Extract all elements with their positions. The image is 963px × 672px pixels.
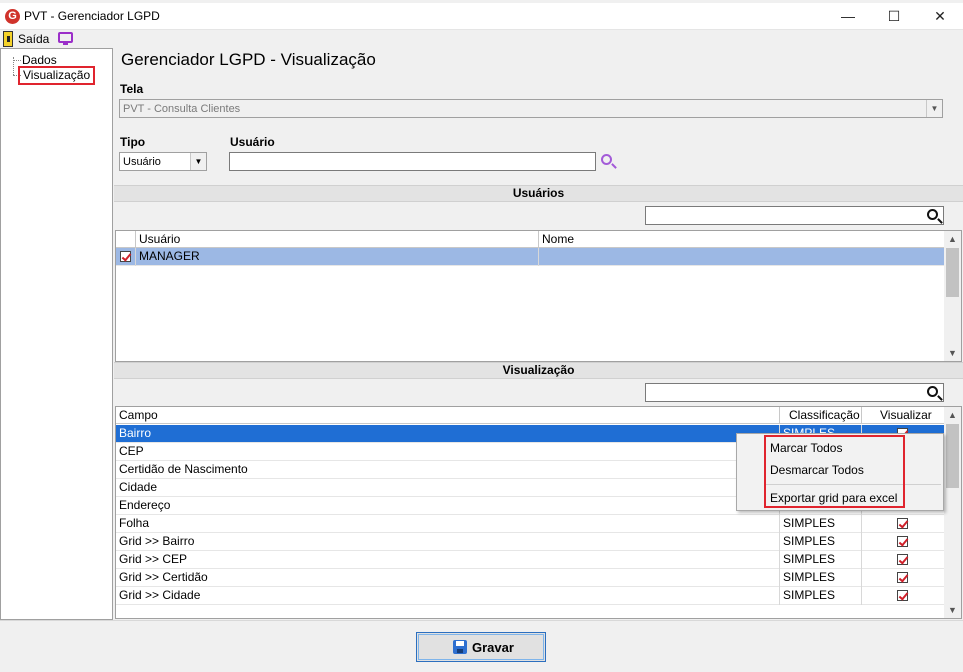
usuario-input[interactable] — [229, 152, 596, 171]
classificacao-cell: SIMPLES — [780, 533, 862, 551]
title-bar: G PVT - Gerenciador LGPD — ☐ ✕ — [0, 3, 963, 30]
save-button-label: Gravar — [472, 640, 514, 655]
exit-menu-item[interactable]: Saída — [18, 32, 49, 46]
visualizacao-search-input[interactable] — [645, 383, 944, 402]
usuarios-search-input[interactable] — [645, 206, 944, 225]
visualizar-checkbox[interactable] — [897, 554, 908, 565]
visualizacao-grid-header: Campo Classificação Visualizar — [116, 407, 946, 424]
minimize-button[interactable]: — — [825, 3, 871, 30]
close-button[interactable]: ✕ — [917, 3, 963, 30]
scrollbar-thumb[interactable] — [946, 424, 959, 488]
campo-cell: Cidade — [116, 479, 780, 497]
menu-bar: Saída — [0, 30, 963, 48]
campo-cell: Certidão de Nascimento — [116, 461, 780, 479]
row-checkbox[interactable] — [120, 251, 131, 262]
visualizar-cell[interactable] — [862, 587, 946, 605]
chevron-down-icon[interactable]: ▼ — [926, 100, 942, 117]
app-logo-icon: G — [5, 9, 20, 24]
table-row[interactable]: Grid >> Certidão SIMPLES — [116, 569, 946, 587]
window-title: PVT - Gerenciador LGPD — [24, 9, 160, 23]
context-menu-highlight — [764, 435, 905, 508]
floppy-disk-icon — [453, 640, 467, 654]
tela-select[interactable]: PVT - Consulta Clientes ▼ — [119, 99, 943, 118]
campo-cell: CEP — [116, 443, 780, 461]
table-row[interactable]: Grid >> Bairro SIMPLES — [116, 533, 946, 551]
grid-header-classificacao[interactable]: Classificação — [780, 407, 862, 424]
campo-cell: Grid >> Cidade — [116, 587, 780, 605]
visualizacao-section-header: Visualização — [114, 362, 963, 379]
table-row[interactable]: Folha SIMPLES — [116, 515, 946, 533]
classificacao-cell: SIMPLES — [780, 551, 862, 569]
grid-header-usuario[interactable]: Usuário — [136, 231, 539, 248]
visualizar-cell[interactable] — [862, 533, 946, 551]
maximize-button[interactable]: ☐ — [871, 3, 917, 30]
tree-line — [13, 60, 21, 61]
campo-cell: Grid >> Bairro — [116, 533, 780, 551]
campo-cell: Bairro — [116, 425, 780, 443]
visualizar-checkbox[interactable] — [897, 518, 908, 529]
nav-tree: Dados Visualização — [0, 48, 113, 620]
scroll-up-icon[interactable]: ▲ — [944, 407, 961, 423]
campo-cell: Grid >> CEP — [116, 551, 780, 569]
table-row[interactable]: MANAGER — [116, 248, 946, 266]
campo-cell: Grid >> Certidão — [116, 569, 780, 587]
campo-cell: Endereço — [116, 497, 780, 515]
grid-header-campo[interactable]: Campo — [116, 407, 780, 424]
search-icon[interactable] — [601, 154, 612, 165]
nome-cell — [539, 248, 946, 266]
visualizar-cell[interactable] — [862, 551, 946, 569]
chevron-down-icon[interactable]: ▼ — [190, 153, 206, 170]
grid-header-nome[interactable]: Nome — [539, 231, 946, 248]
visualizar-checkbox[interactable] — [897, 536, 908, 547]
tipo-select[interactable]: Usuário ▼ — [119, 152, 207, 171]
visualizar-cell[interactable] — [862, 515, 946, 533]
tipo-select-value: Usuário — [123, 156, 161, 168]
usuarios-grid-scrollbar[interactable]: ▲ ▼ — [944, 231, 961, 361]
visualizacao-grid-scrollbar[interactable]: ▲ ▼ — [944, 407, 961, 618]
grid-header-visualizar[interactable]: Visualizar — [862, 407, 946, 424]
tree-item-dados[interactable]: Dados — [22, 53, 57, 67]
classificacao-cell: SIMPLES — [780, 515, 862, 533]
visualizar-cell[interactable] — [862, 569, 946, 587]
grid-header-check — [116, 231, 136, 248]
visualizar-checkbox[interactable] — [897, 590, 908, 601]
usuarios-grid-header: Usuário Nome — [116, 231, 946, 248]
scrollbar-thumb[interactable] — [946, 248, 959, 297]
exit-door-icon[interactable] — [3, 31, 13, 47]
usuarios-section-header: Usuários — [114, 185, 963, 202]
save-button[interactable]: Gravar — [416, 632, 546, 662]
table-row[interactable]: Grid >> CEP SIMPLES — [116, 551, 946, 569]
search-icon[interactable] — [927, 209, 938, 220]
visualizar-checkbox[interactable] — [897, 572, 908, 583]
classificacao-cell: SIMPLES — [780, 587, 862, 605]
tela-label: Tela — [120, 82, 144, 96]
scroll-up-icon[interactable]: ▲ — [944, 231, 961, 247]
scroll-down-icon[interactable]: ▼ — [944, 602, 961, 618]
table-row[interactable]: Grid >> Cidade SIMPLES — [116, 587, 946, 605]
monitor-icon[interactable] — [58, 32, 73, 45]
scroll-down-icon[interactable]: ▼ — [944, 345, 961, 361]
row-check-cell[interactable] — [116, 248, 136, 266]
tree-item-visualizacao[interactable]: Visualização — [18, 66, 96, 85]
tela-select-value: PVT - Consulta Clientes — [123, 103, 241, 115]
page-title: Gerenciador LGPD - Visualização — [121, 50, 376, 69]
usuarios-grid[interactable]: Usuário Nome MANAGER ▲ ▼ — [115, 230, 962, 362]
usuario-cell: MANAGER — [136, 248, 539, 266]
tipo-label: Tipo — [120, 135, 146, 149]
usuario-label: Usuário — [230, 135, 275, 149]
classificacao-cell: SIMPLES — [780, 569, 862, 587]
campo-cell: Folha — [116, 515, 780, 533]
search-icon[interactable] — [927, 386, 938, 397]
